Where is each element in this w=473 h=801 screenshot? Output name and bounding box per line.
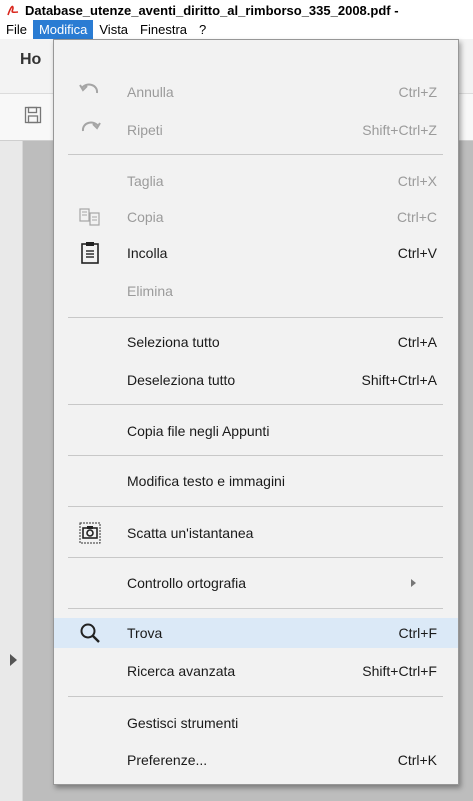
menu-separator — [68, 557, 443, 558]
menu-item-elimina[interactable]: Elimina — [54, 276, 458, 306]
menu-finestra[interactable]: Finestra — [134, 20, 193, 39]
menu-separator — [68, 608, 443, 609]
save-icon[interactable] — [24, 106, 42, 129]
menu-item-preferenze[interactable]: Preferenze... Ctrl+K — [54, 745, 458, 775]
menu-item-scatta-istantanea[interactable]: Scatta un'istantanea — [54, 518, 458, 548]
menu-bar: File Modifica Vista Finestra ? — [0, 20, 473, 39]
menu-separator — [68, 696, 443, 697]
paste-icon — [76, 241, 104, 265]
menu-vista[interactable]: Vista — [93, 20, 134, 39]
menu-item-annulla[interactable]: Annulla Ctrl+Z — [54, 77, 458, 107]
menu-separator — [68, 404, 443, 405]
copy-icon — [76, 205, 104, 229]
menu-separator — [68, 455, 443, 456]
menu-item-deseleziona-tutto[interactable]: Deseleziona tutto Shift+Ctrl+A — [54, 365, 458, 395]
menu-item-gestisci-strumenti[interactable]: Gestisci strumenti — [54, 708, 458, 738]
menu-item-copia-file-appunti[interactable]: Copia file negli Appunti — [54, 416, 458, 446]
menu-separator — [68, 506, 443, 507]
pdf-file-icon — [6, 3, 20, 17]
menu-separator — [68, 154, 443, 155]
tab-home[interactable]: Ho — [20, 51, 41, 69]
menu-item-modifica-testo-immagini[interactable]: Modifica testo e immagini — [54, 466, 458, 496]
window-title-bar: Database_utenze_aventi_diritto_al_rimbor… — [0, 0, 473, 20]
navigation-pane-strip — [0, 141, 23, 801]
menu-item-taglia[interactable]: Taglia Ctrl+X — [54, 166, 458, 196]
undo-icon — [76, 80, 104, 104]
menu-item-trova[interactable]: Trova Ctrl+F — [54, 618, 458, 648]
edit-menu-dropdown: Annulla Ctrl+Z Ripeti Shift+Ctrl+Z Tagli… — [53, 39, 459, 785]
snapshot-camera-icon — [76, 521, 104, 545]
menu-item-ripeti[interactable]: Ripeti Shift+Ctrl+Z — [54, 115, 458, 145]
menu-item-controllo-ortografia[interactable]: Controllo ortografia — [54, 568, 458, 598]
menu-item-ricerca-avanzata[interactable]: Ricerca avanzata Shift+Ctrl+F — [54, 656, 458, 686]
menu-modifica[interactable]: Modifica — [32, 20, 94, 39]
menu-file[interactable]: File — [0, 20, 33, 39]
submenu-arrow-icon — [411, 579, 416, 587]
search-icon — [76, 621, 104, 645]
menu-item-incolla[interactable]: Incolla Ctrl+V — [54, 238, 458, 268]
menu-separator — [68, 317, 443, 318]
redo-icon — [76, 118, 104, 142]
expand-pane-arrow-icon[interactable] — [10, 654, 17, 666]
menu-item-seleziona-tutto[interactable]: Seleziona tutto Ctrl+A — [54, 327, 458, 357]
window-title: Database_utenze_aventi_diritto_al_rimbor… — [25, 2, 399, 18]
menu-item-copia[interactable]: Copia Ctrl+C — [54, 202, 458, 232]
menu-help[interactable]: ? — [193, 20, 212, 39]
